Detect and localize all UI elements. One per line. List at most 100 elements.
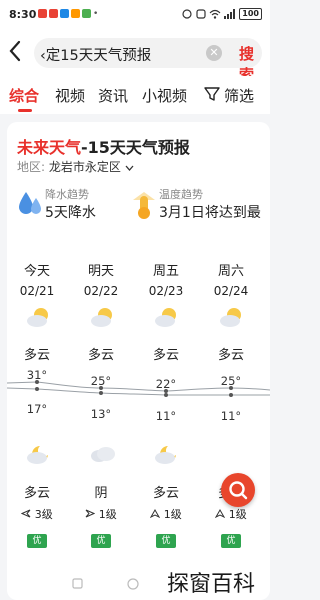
partly-cloudy-icon [155, 308, 176, 327]
day-condition: 多云 [152, 348, 179, 363]
region-selector[interactable]: 地区: 龙岩市永定区 [17, 158, 134, 175]
rain-trend[interactable]: 降水趋势 5天降水 [17, 186, 127, 226]
wind-level-text: 1级 [163, 508, 182, 521]
floating-search-button[interactable] [221, 473, 255, 507]
more-dots-icon: • [93, 9, 99, 19]
app-notification-icon [82, 9, 91, 18]
card-title[interactable]: 未来天气-15天天气预报 [17, 134, 190, 158]
partly-cloudy-icon [91, 308, 112, 327]
weather-card: 未来天气-15天天气预报 地区: 龙岩市永定区 降水趋势 5天降水 温度趋势 3… [7, 122, 270, 600]
tab-short-video[interactable]: 小视频 [142, 85, 187, 106]
notification-icons: • [38, 9, 98, 19]
low-temperature: 17° [26, 402, 48, 416]
temp-trend-value: 3月1日将达到最 [159, 205, 261, 221]
low-temp-point [229, 393, 233, 397]
result-tabs: 综合 视频 资讯 小视频 筛选 [0, 76, 270, 114]
card-title-rest: -15天天气预报 [81, 138, 190, 157]
high-temperature: 25° [220, 374, 242, 388]
high-temperature: 22° [155, 377, 177, 391]
day-condition: 多云 [87, 348, 114, 363]
night-partly-cloudy-icon [27, 446, 48, 464]
high-temperature: 25° [90, 374, 112, 388]
raindrop-icon [19, 192, 41, 214]
night-condition: 阴 [94, 486, 108, 501]
rain-trend-value: 5天降水 [45, 205, 96, 221]
overcast-icon [91, 447, 115, 462]
weekday-label: 周六 [217, 264, 244, 279]
weekday-label: 周五 [152, 264, 179, 279]
date-label: 02/22 [83, 284, 119, 298]
card-title-prefix: 未来天气 [17, 138, 82, 157]
partly-cloudy-icon [27, 308, 48, 327]
night-partly-cloudy-icon [155, 446, 176, 464]
region-label: 地区: [17, 160, 46, 174]
night-condition: 多云 [23, 486, 50, 501]
date-label: 02/24 [213, 284, 249, 298]
app-notification-icon [49, 9, 58, 18]
day-condition: 多云 [217, 348, 244, 363]
back-arrow-icon [9, 40, 21, 62]
alarm-icon [182, 9, 192, 19]
battery-indicator: 100 [239, 8, 262, 20]
rain-trend-label: 降水趋势 [45, 188, 89, 201]
wind-direction-icon [21, 509, 31, 518]
thermometer-icon [133, 192, 155, 219]
wind-level: 1级 [139, 506, 193, 522]
low-temp-point [99, 391, 103, 395]
filter-icon[interactable] [204, 86, 220, 102]
search-query-text[interactable]: ‹定15天天气预报 [40, 44, 200, 65]
wind-direction-icon [214, 508, 226, 519]
clear-search-button[interactable]: ✕ [206, 45, 222, 61]
back-button[interactable] [8, 40, 22, 68]
low-temp-point [35, 387, 39, 391]
forecast-day-column[interactable]: 明天 02/22 [74, 260, 128, 298]
day-condition: 多云 [23, 348, 50, 363]
aqi-badge: 优 [91, 534, 111, 548]
wind-level: 1级 [204, 506, 258, 522]
nfc-icon [196, 9, 206, 19]
search-bar: ‹定15天天气预报 ✕ 搜索 [0, 30, 270, 84]
wind-level-text: 1级 [98, 508, 117, 521]
tab-video[interactable]: 视频 [55, 85, 85, 106]
system-icons: 100 [181, 8, 262, 20]
watermark: 探窗百科 [167, 572, 256, 597]
status-time: 8:30 [9, 8, 37, 21]
aqi-badge: 优 [27, 534, 47, 548]
app-notification-icon [60, 9, 69, 18]
aqi-cell: 优 [74, 528, 128, 548]
aqi-cell: 优 [139, 528, 193, 548]
night-condition: 多云 [152, 486, 179, 501]
weekday-label: 明天 [87, 264, 114, 279]
temperature-trend[interactable]: 温度趋势 3月1日将达到最 [131, 186, 270, 226]
search-input[interactable]: ‹定15天天气预报 ✕ 搜索 [34, 38, 262, 84]
forecast-day-column[interactable]: 今天 02/21 [10, 260, 64, 298]
date-label: 02/21 [19, 284, 55, 298]
search-icon [229, 481, 248, 500]
wind-level-text: 1级 [228, 508, 247, 521]
low-temperature: 13° [90, 407, 112, 421]
aqi-cell: 优 [10, 528, 64, 548]
date-label: 02/23 [148, 284, 184, 298]
home-icon[interactable] [127, 578, 139, 590]
low-temperature: 11° [155, 409, 177, 423]
app-notification-icon [71, 9, 80, 18]
wind-direction-icon [85, 509, 96, 518]
tab-filter[interactable]: 筛选 [224, 85, 254, 106]
low-temperature: 11° [220, 409, 242, 423]
app-notification-icon [38, 9, 47, 18]
partly-cloudy-icon [220, 308, 241, 327]
aqi-badge: 优 [221, 534, 241, 548]
temp-trend-label: 温度趋势 [159, 188, 203, 201]
recents-icon[interactable] [72, 578, 83, 589]
active-tab-indicator [18, 109, 32, 112]
tab-news[interactable]: 资讯 [98, 85, 128, 106]
low-temp-point [164, 393, 168, 397]
forecast-day-column[interactable]: 周六 02/24 [204, 260, 258, 298]
region-value: 龙岩市永定区 [48, 160, 121, 174]
tab-comprehensive[interactable]: 综合 [9, 85, 39, 106]
weekday-label: 今天 [23, 264, 50, 279]
wind-level: 1级 [74, 506, 128, 522]
forecast-day-column[interactable]: 周五 02/23 [139, 260, 193, 298]
wind-level: 3级 [10, 506, 64, 522]
wind-direction-icon [149, 508, 161, 519]
